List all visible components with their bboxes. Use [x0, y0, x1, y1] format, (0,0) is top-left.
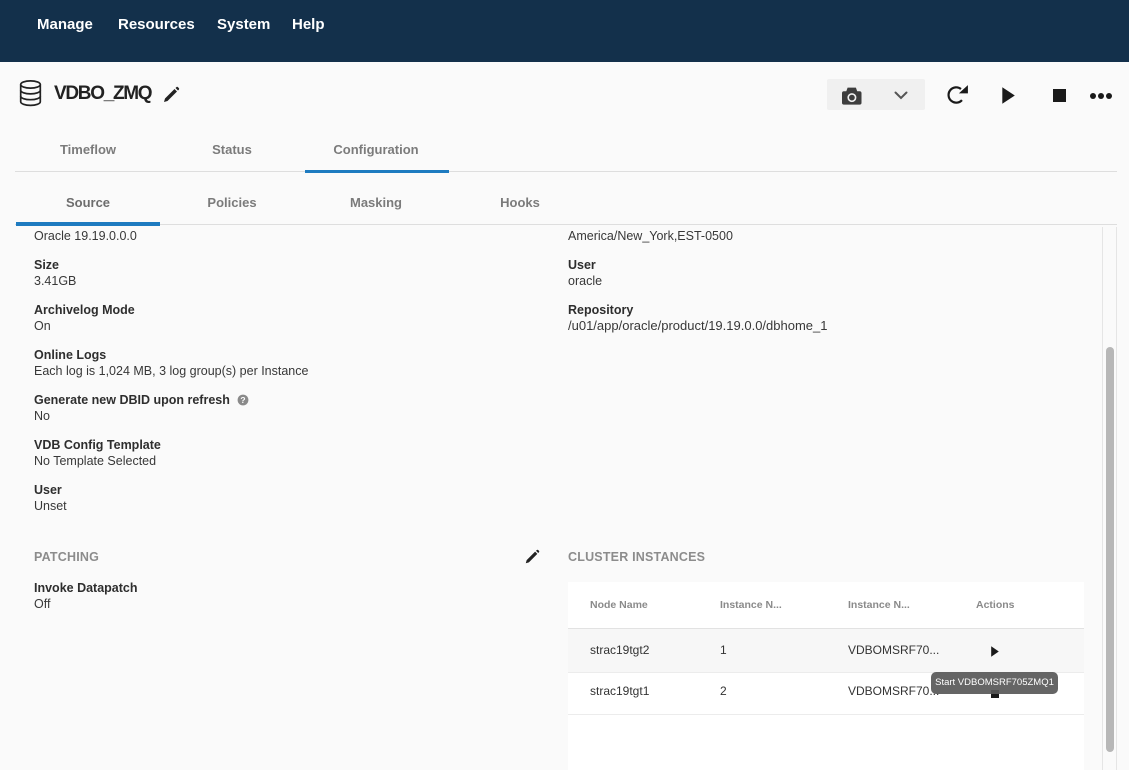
svg-text:?: ?: [240, 395, 245, 405]
